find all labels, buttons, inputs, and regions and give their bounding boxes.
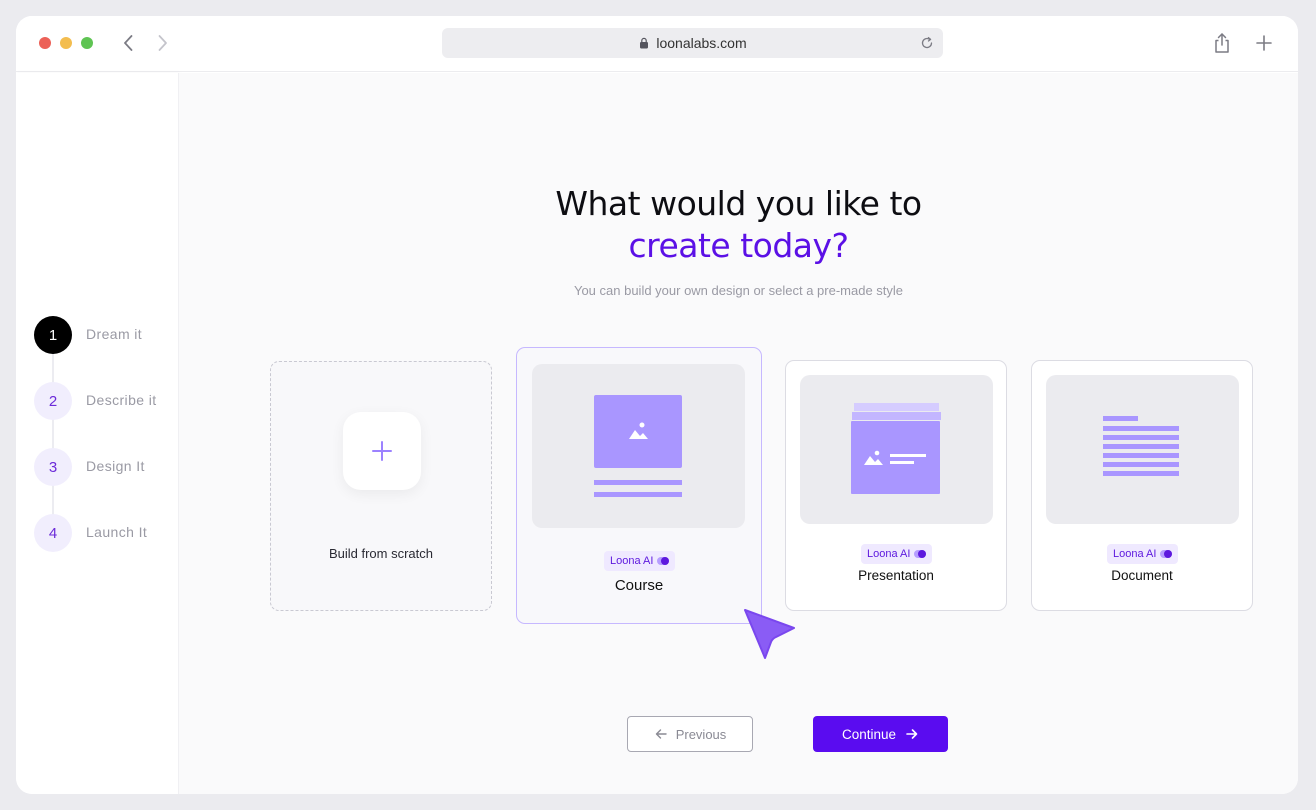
document-card[interactable]: Loona AI Document <box>1031 360 1253 611</box>
cursor-pointer-icon <box>744 609 795 659</box>
continue-button[interactable]: Continue <box>813 716 948 752</box>
step-number: 3 <box>34 448 72 486</box>
reload-icon[interactable] <box>919 35 935 51</box>
toggle-icon <box>657 557 670 565</box>
document-thumbnail <box>1046 375 1239 524</box>
step-number: 2 <box>34 382 72 420</box>
chevron-right-icon[interactable] <box>151 32 173 54</box>
browser-toolbar: loonalabs.com <box>16 16 1298 72</box>
arrow-left-icon <box>655 729 667 739</box>
card-label: Document <box>1111 568 1173 583</box>
main-content: What would you like to create today? You… <box>179 73 1298 794</box>
step-number: 1 <box>34 316 72 354</box>
previous-button[interactable]: Previous <box>627 716 753 752</box>
step-number: 4 <box>34 514 72 552</box>
step-label: Launch It <box>86 524 148 540</box>
step-dream-it[interactable]: 1 Dream it <box>34 316 174 354</box>
maximize-window-button[interactable] <box>81 37 93 49</box>
plus-icon <box>372 441 392 461</box>
page-title: What would you like to <box>555 184 922 223</box>
chevron-left-icon[interactable] <box>118 32 140 54</box>
page-title-accent: create today? <box>628 226 849 265</box>
share-icon[interactable] <box>1212 32 1232 54</box>
close-window-button[interactable] <box>39 37 51 49</box>
toggle-icon <box>1160 550 1173 558</box>
step-describe-it[interactable]: 2 Describe it <box>34 382 174 420</box>
card-label: Presentation <box>858 568 934 583</box>
step-label: Describe it <box>86 392 157 408</box>
page-subtitle: You can build your own design or select … <box>573 283 904 298</box>
loona-ai-badge: Loona AI <box>604 551 676 571</box>
step-label: Design It <box>86 458 145 474</box>
previous-button-label: Previous <box>675 726 727 742</box>
arrow-right-icon <box>906 729 918 739</box>
toggle-icon <box>914 550 927 558</box>
presentation-card[interactable]: Loona AI Presentation <box>785 360 1007 611</box>
loona-ai-badge: Loona AI <box>861 544 933 564</box>
steps-sidebar: 1 Dream it 2 Describe it 3 Design It 4 L… <box>16 73 179 794</box>
minimize-window-button[interactable] <box>60 37 72 49</box>
url-text: loonalabs.com <box>656 35 747 51</box>
course-card[interactable]: Loona AI Course <box>516 347 762 624</box>
presentation-thumbnail <box>800 375 993 524</box>
build-from-scratch-card[interactable]: Build from scratch <box>270 361 492 611</box>
add-box <box>343 412 421 490</box>
course-thumbnail <box>532 364 745 528</box>
plus-icon[interactable] <box>1255 34 1273 52</box>
step-launch-it[interactable]: 4 Launch It <box>34 514 174 552</box>
step-design-it[interactable]: 3 Design It <box>34 448 174 486</box>
loona-ai-badge: Loona AI <box>1107 544 1179 564</box>
browser-window: loonalabs.com 1 Dream it 2 Describe it 3… <box>16 16 1298 794</box>
card-label: Course <box>614 577 664 594</box>
address-bar[interactable]: loonalabs.com <box>442 28 943 58</box>
step-label: Dream it <box>86 326 143 342</box>
continue-button-label: Continue <box>841 726 897 742</box>
lock-icon <box>640 37 649 49</box>
card-label: Build from scratch <box>328 546 434 561</box>
